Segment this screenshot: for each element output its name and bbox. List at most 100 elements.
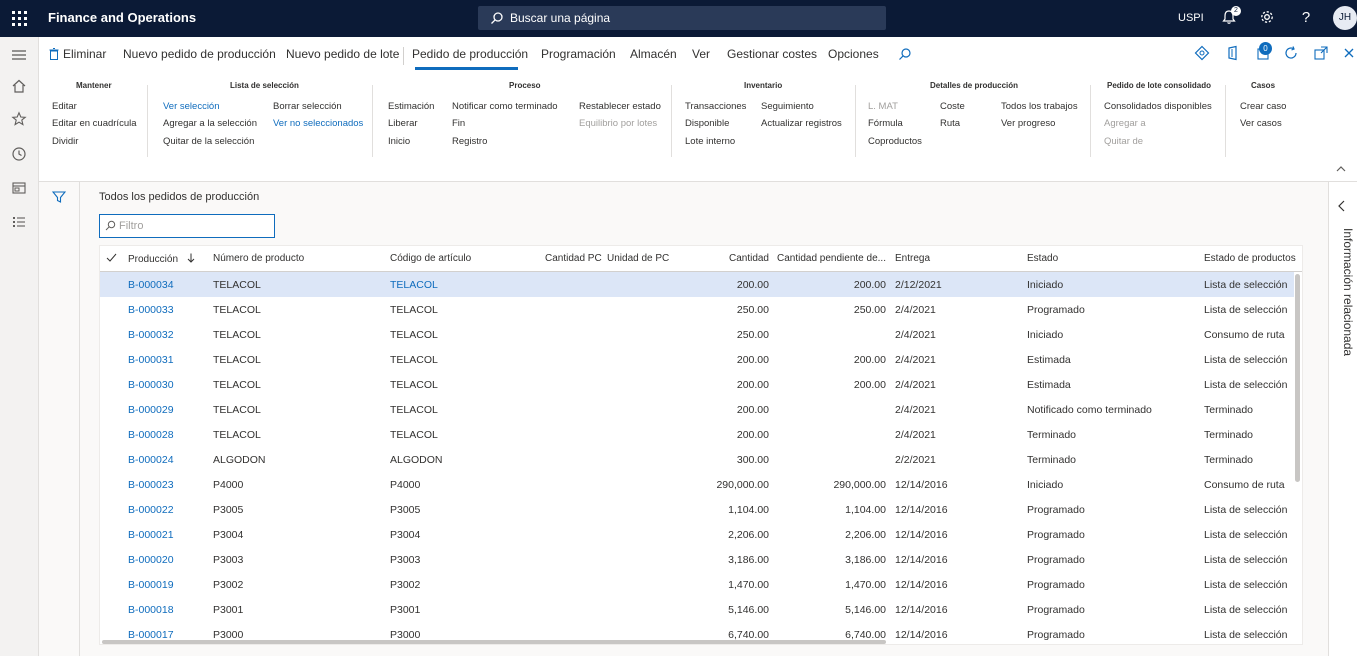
office-icon[interactable] (1225, 45, 1241, 61)
table-row[interactable]: B-000032 TELACOL TELACOL 250.00 2/4/2021 Inic… (100, 322, 1294, 347)
related-info-label[interactable]: Información relacionada (1341, 228, 1355, 356)
column-header-estado[interactable]: Estado (1027, 253, 1058, 264)
tab-nuevo-pedido-lote[interactable]: Nuevo pedido de lote (286, 47, 399, 61)
column-header-entrega[interactable]: Entrega (895, 253, 930, 264)
tab-nuevo-pedido-produccion[interactable]: Nuevo pedido de producción (123, 47, 276, 61)
column-header-numero-producto[interactable]: Número de producto (213, 253, 304, 264)
action-restablecer-estado[interactable]: Restablecer estado (579, 101, 661, 112)
table-row[interactable]: B-000021 P3004 P3004 2,206.00 2,206.00 12/14/… (100, 522, 1294, 547)
tab-opciones[interactable]: Opciones (828, 47, 879, 61)
column-header-produccion[interactable]: Producción (128, 253, 195, 265)
table-row[interactable]: B-000034 TELACOL TELACOL 200.00 200.00 2/12/2… (100, 272, 1294, 297)
column-header-codigo-articulo[interactable]: Código de artículo (390, 253, 471, 264)
favorites-star-icon[interactable] (11, 111, 27, 127)
cell-produccion[interactable]: B-000031 (128, 354, 208, 366)
action-formula[interactable]: Fórmula (868, 118, 903, 129)
tab-programacion[interactable]: Programación (541, 47, 616, 61)
action-editar-cuadricula[interactable]: Editar en cuadrícula (52, 118, 137, 129)
close-icon[interactable] (1341, 45, 1357, 61)
cell-produccion[interactable]: B-000020 (128, 554, 208, 566)
action-ver-progreso[interactable]: Ver progreso (1001, 118, 1055, 129)
app-title[interactable]: Finance and Operations (48, 10, 196, 25)
tab-gestionar-costes[interactable]: Gestionar costes (727, 47, 817, 61)
cell-produccion[interactable]: B-000028 (128, 429, 208, 441)
table-row[interactable]: B-000030 TELACOL TELACOL 200.00 200.00 2/4/20… (100, 372, 1294, 397)
recent-clock-icon[interactable] (11, 146, 27, 162)
column-header-estado-productos[interactable]: Estado de productos (1204, 253, 1296, 264)
company-picker[interactable]: USPI (1178, 12, 1204, 24)
column-header-cantidad-pendiente[interactable]: Cantidad pendiente de... (777, 253, 887, 264)
search-box[interactable]: Buscar una página (478, 6, 886, 30)
action-ver-no-seleccionados[interactable]: Ver no seleccionados (273, 118, 363, 129)
tab-ver[interactable]: Ver (692, 47, 710, 61)
action-crear-caso[interactable]: Crear caso (1240, 101, 1286, 112)
action-transacciones[interactable]: Transacciones (685, 101, 746, 112)
table-row[interactable]: B-000018 P3001 P3001 5,146.00 5,146.00 12/14/… (100, 597, 1294, 622)
table-row[interactable]: B-000029 TELACOL TELACOL 200.00 2/4/2021 Noti… (100, 397, 1294, 422)
settings-gear-icon[interactable] (1259, 9, 1277, 27)
refresh-icon[interactable] (1283, 45, 1299, 61)
action-seguimiento[interactable]: Seguimiento (761, 101, 814, 112)
cell-produccion[interactable]: B-000030 (128, 379, 208, 391)
action-borrar-seleccion[interactable]: Borrar selección (273, 101, 342, 112)
select-all-check-icon[interactable] (106, 252, 117, 263)
table-row[interactable]: B-000024 ALGODON ALGODON 300.00 2/2/2021 Term… (100, 447, 1294, 472)
action-search-icon[interactable] (898, 47, 914, 63)
filter-input[interactable] (119, 218, 269, 234)
cell-produccion[interactable]: B-000029 (128, 404, 208, 416)
action-inicio[interactable]: Inicio (388, 136, 410, 147)
action-todos-trabajos[interactable]: Todos los trabajos (1001, 101, 1078, 112)
hamburger-menu-icon[interactable] (11, 47, 27, 63)
action-actualizar-registros[interactable]: Actualizar registros (761, 118, 842, 129)
action-notificar-terminado[interactable]: Notificar como terminado (452, 101, 558, 112)
home-icon[interactable] (11, 78, 27, 94)
action-registro[interactable]: Registro (452, 136, 487, 147)
action-lote-interno[interactable]: Lote interno (685, 136, 735, 147)
filter-pane-icon[interactable] (52, 190, 66, 204)
vertical-scrollbar[interactable] (1295, 274, 1300, 482)
table-row[interactable]: B-000023 P4000 P4000 290,000.00 290,000.00 12… (100, 472, 1294, 497)
power-apps-diamond-icon[interactable] (1194, 45, 1210, 61)
filter-field[interactable] (99, 214, 275, 238)
cell-produccion[interactable]: B-000034 (128, 279, 208, 291)
workspaces-icon[interactable] (11, 180, 27, 196)
action-fin[interactable]: Fin (452, 118, 465, 129)
modules-list-icon[interactable] (11, 214, 27, 230)
cell-produccion[interactable]: B-000024 (128, 454, 208, 466)
column-header-unidad-pc[interactable]: Unidad de PC (607, 253, 669, 264)
notifications-bell-icon[interactable]: 2 (1221, 6, 1241, 27)
table-row[interactable]: B-000028 TELACOL TELACOL 200.00 2/4/2021 Term… (100, 422, 1294, 447)
action-coste[interactable]: Coste (940, 101, 965, 112)
column-header-cantidad-pc[interactable]: Cantidad PC (545, 253, 602, 264)
action-coproductos[interactable]: Coproductos (868, 136, 922, 147)
cell-produccion[interactable]: B-000018 (128, 604, 208, 616)
help-icon[interactable]: ? (1297, 9, 1315, 27)
action-disponible[interactable]: Disponible (685, 118, 729, 129)
attachments-icon[interactable]: 0 (1255, 42, 1272, 61)
table-row[interactable]: B-000020 P3003 P3003 3,186.00 3,186.00 12/14/… (100, 547, 1294, 572)
action-agregar-seleccion[interactable]: Agregar a la selección (163, 118, 257, 129)
column-header-cantidad[interactable]: Cantidad (700, 253, 769, 264)
open-new-window-icon[interactable] (1313, 45, 1329, 61)
cell-produccion[interactable]: B-000019 (128, 579, 208, 591)
action-consolidados-disponibles[interactable]: Consolidados disponibles (1104, 101, 1212, 112)
tab-almacen[interactable]: Almacén (630, 47, 677, 61)
action-quitar-seleccion[interactable]: Quitar de la selección (163, 136, 254, 147)
horizontal-scrollbar[interactable] (102, 640, 886, 644)
table-row[interactable]: B-000019 P3002 P3002 1,470.00 1,470.00 12/14/… (100, 572, 1294, 597)
action-ver-seleccion[interactable]: Ver selección (163, 101, 220, 112)
action-dividir[interactable]: Dividir (52, 136, 78, 147)
table-row[interactable]: B-000031 TELACOL TELACOL 200.00 200.00 2/4/20… (100, 347, 1294, 372)
action-liberar[interactable]: Liberar (388, 118, 418, 129)
action-estimacion[interactable]: Estimación (388, 101, 434, 112)
cell-produccion[interactable]: B-000022 (128, 504, 208, 516)
avatar[interactable]: JH (1333, 6, 1357, 30)
action-ruta[interactable]: Ruta (940, 118, 960, 129)
cell-produccion[interactable]: B-000021 (128, 529, 208, 541)
collapse-chevron-up-icon[interactable] (1336, 165, 1346, 173)
table-row[interactable]: B-000022 P3005 P3005 1,104.00 1,104.00 12/14/… (100, 497, 1294, 522)
action-ver-casos[interactable]: Ver casos (1240, 118, 1282, 129)
action-editar[interactable]: Editar (52, 101, 77, 112)
table-row[interactable]: B-000033 TELACOL TELACOL 250.00 250.00 2/4/20… (100, 297, 1294, 322)
tab-pedido-produccion[interactable]: Pedido de producción (412, 47, 528, 61)
